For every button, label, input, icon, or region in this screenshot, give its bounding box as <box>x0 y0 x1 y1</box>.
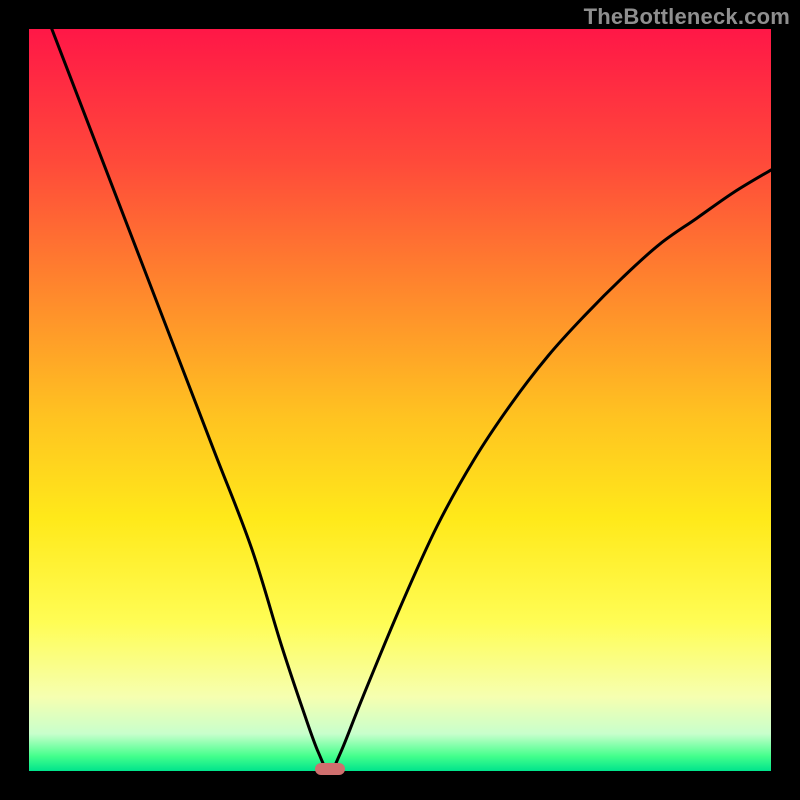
watermark-text: TheBottleneck.com <box>584 4 790 30</box>
bottleneck-curve <box>29 29 771 771</box>
valley-marker <box>315 763 345 775</box>
plot-area <box>29 29 771 771</box>
chart-frame: TheBottleneck.com <box>0 0 800 800</box>
